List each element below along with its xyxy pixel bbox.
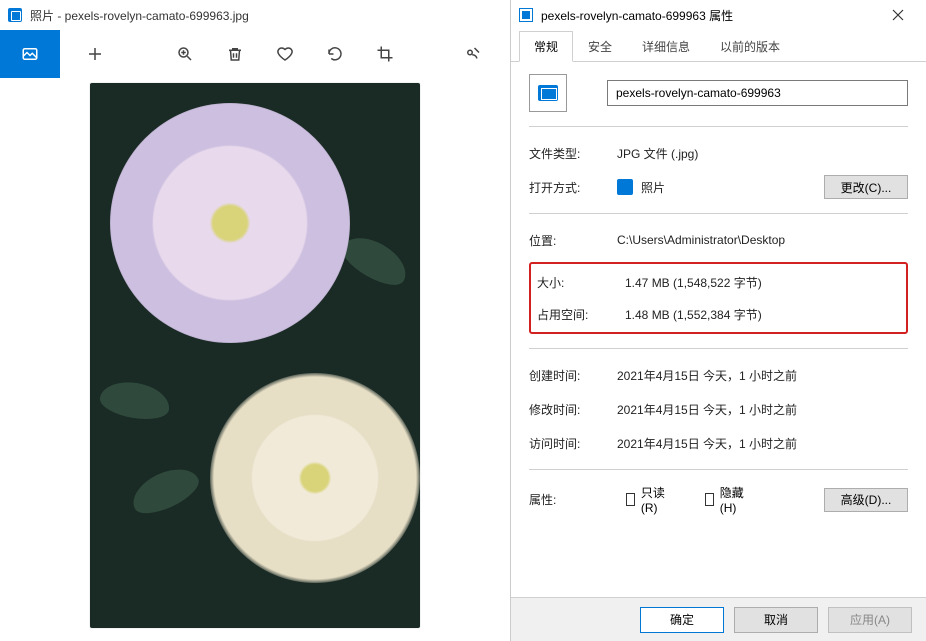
close-button[interactable] [878, 0, 918, 30]
photos-app-icon [8, 8, 22, 22]
tab-previous-versions[interactable]: 以前的版本 [705, 31, 795, 62]
tab-security[interactable]: 安全 [573, 31, 627, 62]
label-location: 位置: [529, 232, 617, 249]
photo-decoration [110, 103, 350, 343]
openwith-app-icon [617, 179, 633, 195]
filename-input[interactable] [607, 80, 908, 106]
label-sizeondisk: 占用空间: [537, 306, 625, 323]
size-highlight-box: 大小: 1.47 MB (1,548,522 字节) 占用空间: 1.48 MB… [529, 262, 908, 334]
zoom-button[interactable] [160, 30, 210, 78]
value-modified: 2021年4月15日 今天，1 小时之前 [617, 401, 908, 418]
photo-viewport[interactable] [0, 78, 510, 641]
favorite-button[interactable] [260, 30, 310, 78]
properties-body: 文件类型: JPG 文件 (.jpg) 打开方式: 照片 更改(C)... 位置… [511, 62, 926, 597]
photos-app: 照片 - pexels-rovelyn-camato-699963.jpg [0, 0, 510, 641]
divider [529, 348, 908, 349]
label-modified: 修改时间: [529, 401, 617, 418]
checkbox-icon [626, 493, 635, 506]
label-filetype: 文件类型: [529, 145, 617, 162]
hidden-checkbox[interactable]: 隐藏(H) [705, 484, 744, 515]
value-accessed: 2021年4月15日 今天，1 小时之前 [617, 435, 908, 452]
ok-button[interactable]: 确定 [640, 607, 724, 633]
photos-title: 照片 - pexels-rovelyn-camato-699963.jpg [30, 7, 249, 24]
photos-titlebar: 照片 - pexels-rovelyn-camato-699963.jpg [0, 0, 510, 30]
file-icon [519, 8, 533, 22]
value-location: C:\Users\Administrator\Desktop [617, 233, 908, 247]
edit-button[interactable] [448, 30, 498, 78]
dialog-footer: 确定 取消 应用(A) [511, 597, 926, 641]
properties-dialog: pexels-rovelyn-camato-699963 属性 常规 安全 详细… [510, 0, 926, 641]
label-size: 大小: [537, 274, 625, 291]
cancel-button[interactable]: 取消 [734, 607, 818, 633]
photo-decoration [97, 377, 172, 424]
label-attributes: 属性: [529, 491, 586, 508]
divider [529, 469, 908, 470]
label-openwith: 打开方式: [529, 179, 617, 196]
rotate-button[interactable] [310, 30, 360, 78]
file-type-icon [529, 74, 567, 112]
view-mode-button[interactable] [0, 30, 60, 78]
value-size: 1.47 MB (1,548,522 字节) [625, 274, 900, 291]
apply-button[interactable]: 应用(A) [828, 607, 912, 633]
value-filetype: JPG 文件 (.jpg) [617, 145, 908, 162]
label-created: 创建时间: [529, 367, 617, 384]
photo-image [90, 83, 420, 628]
readonly-label: 只读(R) [641, 484, 665, 515]
photos-toolbar [0, 30, 510, 78]
delete-button[interactable] [210, 30, 260, 78]
dialog-title: pexels-rovelyn-camato-699963 属性 [541, 7, 878, 24]
label-accessed: 访问时间: [529, 435, 617, 452]
value-created: 2021年4月15日 今天，1 小时之前 [617, 367, 908, 384]
hidden-label: 隐藏(H) [720, 484, 744, 515]
divider [529, 213, 908, 214]
change-button[interactable]: 更改(C)... [824, 175, 908, 199]
add-button[interactable] [70, 30, 120, 78]
crop-button[interactable] [360, 30, 410, 78]
value-openwith: 照片 [641, 179, 665, 196]
divider [529, 126, 908, 127]
photo-decoration [210, 373, 420, 583]
tab-general[interactable]: 常规 [519, 31, 573, 62]
readonly-checkbox[interactable]: 只读(R) [626, 484, 665, 515]
checkbox-icon [705, 493, 714, 506]
value-sizeondisk: 1.48 MB (1,552,384 字节) [625, 306, 900, 323]
advanced-button[interactable]: 高级(D)... [824, 488, 908, 512]
tab-details[interactable]: 详细信息 [627, 31, 705, 62]
tab-row: 常规 安全 详细信息 以前的版本 [511, 30, 926, 62]
photo-decoration [126, 460, 204, 521]
dialog-titlebar: pexels-rovelyn-camato-699963 属性 [511, 0, 926, 30]
